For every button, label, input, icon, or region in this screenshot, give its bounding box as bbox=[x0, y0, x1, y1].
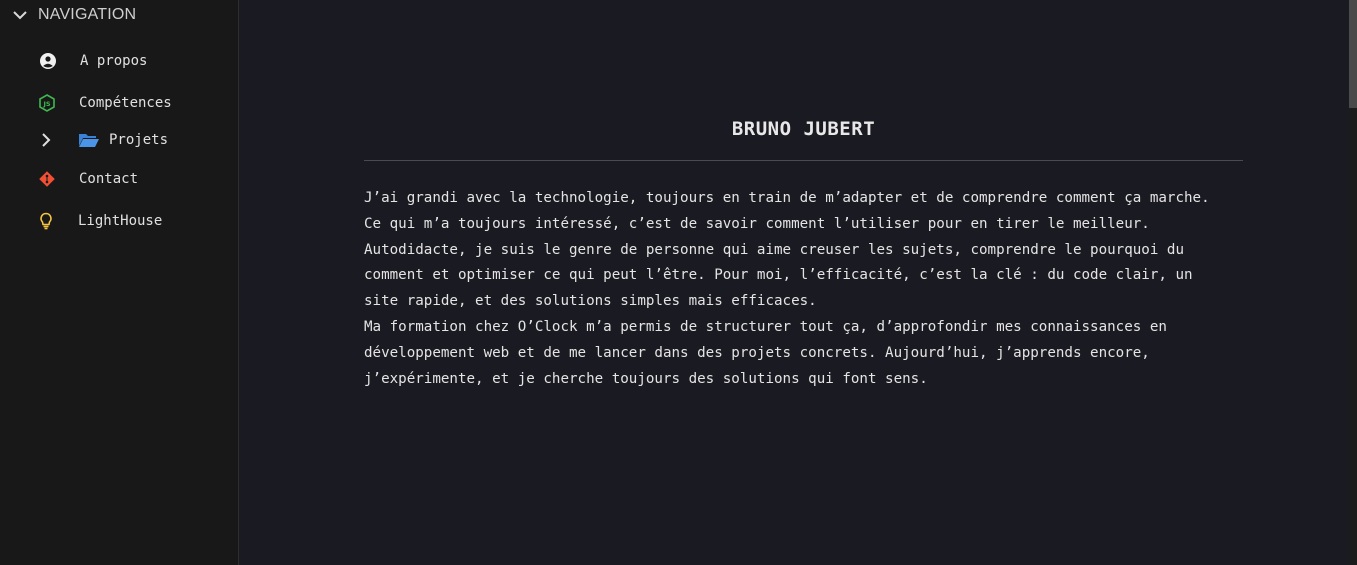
sidebar-item-label: Contact bbox=[79, 171, 139, 187]
bio-line: Ce qui m’a toujours intéressé, c’est de … bbox=[364, 215, 1150, 232]
bio-text: J’ai grandi avec la technologie, toujour… bbox=[364, 186, 1264, 392]
sidebar-item-competences[interactable]: JS Compétences bbox=[38, 94, 172, 112]
sidebar-item-label: Projets bbox=[109, 132, 169, 148]
bio-line: Autodidacte, je suis le genre de personn… bbox=[364, 241, 1184, 258]
user-circle-icon bbox=[38, 52, 58, 70]
main-content: BRUNO JUBERT J’ai grandi avec la technol… bbox=[240, 0, 1349, 565]
folder-open-icon bbox=[78, 132, 100, 148]
nodejs-icon: JS bbox=[38, 94, 56, 112]
bio-line: site rapide, et des solutions simples ma… bbox=[364, 293, 817, 310]
sidebar-item-label: Compétences bbox=[79, 95, 172, 111]
sidebar-item-label: A propos bbox=[80, 53, 148, 69]
sidebar-item-lighthouse[interactable]: LightHouse bbox=[38, 212, 162, 230]
sidebar-item-label: LightHouse bbox=[78, 213, 163, 229]
git-icon bbox=[38, 170, 56, 188]
scrollbar-thumb[interactable] bbox=[1349, 0, 1357, 108]
vertical-scrollbar[interactable] bbox=[1349, 0, 1357, 565]
chevron-right-icon[interactable] bbox=[38, 132, 54, 148]
sidebar-item-projets[interactable]: Projets bbox=[38, 132, 168, 148]
bio-line: J’ai grandi avec la technologie, toujour… bbox=[364, 190, 1210, 206]
sidebar-item-a-propos[interactable]: A propos bbox=[38, 52, 147, 70]
bio-line: Ma formation chez O’Clock m’a permis de … bbox=[364, 318, 1167, 335]
navigation-title: NAVIGATION bbox=[38, 6, 137, 23]
title-divider bbox=[364, 160, 1243, 161]
bio-line: développement web et de me lancer dans d… bbox=[364, 344, 1150, 361]
sidebar-item-contact[interactable]: Contact bbox=[38, 170, 138, 188]
navigation-header[interactable]: NAVIGATION bbox=[12, 4, 136, 26]
bio-line: comment et optimiser ce qui peut l’être.… bbox=[364, 267, 1193, 284]
bio-line: j’expérimente, et je cherche toujours de… bbox=[364, 370, 928, 387]
chevron-down-icon bbox=[12, 7, 28, 23]
sidebar: NAVIGATION A propos JS Compétences Proje… bbox=[0, 0, 239, 565]
page-title: BRUNO JUBERT bbox=[731, 118, 876, 140]
svg-text:JS: JS bbox=[42, 100, 50, 108]
lightbulb-icon bbox=[38, 212, 54, 230]
